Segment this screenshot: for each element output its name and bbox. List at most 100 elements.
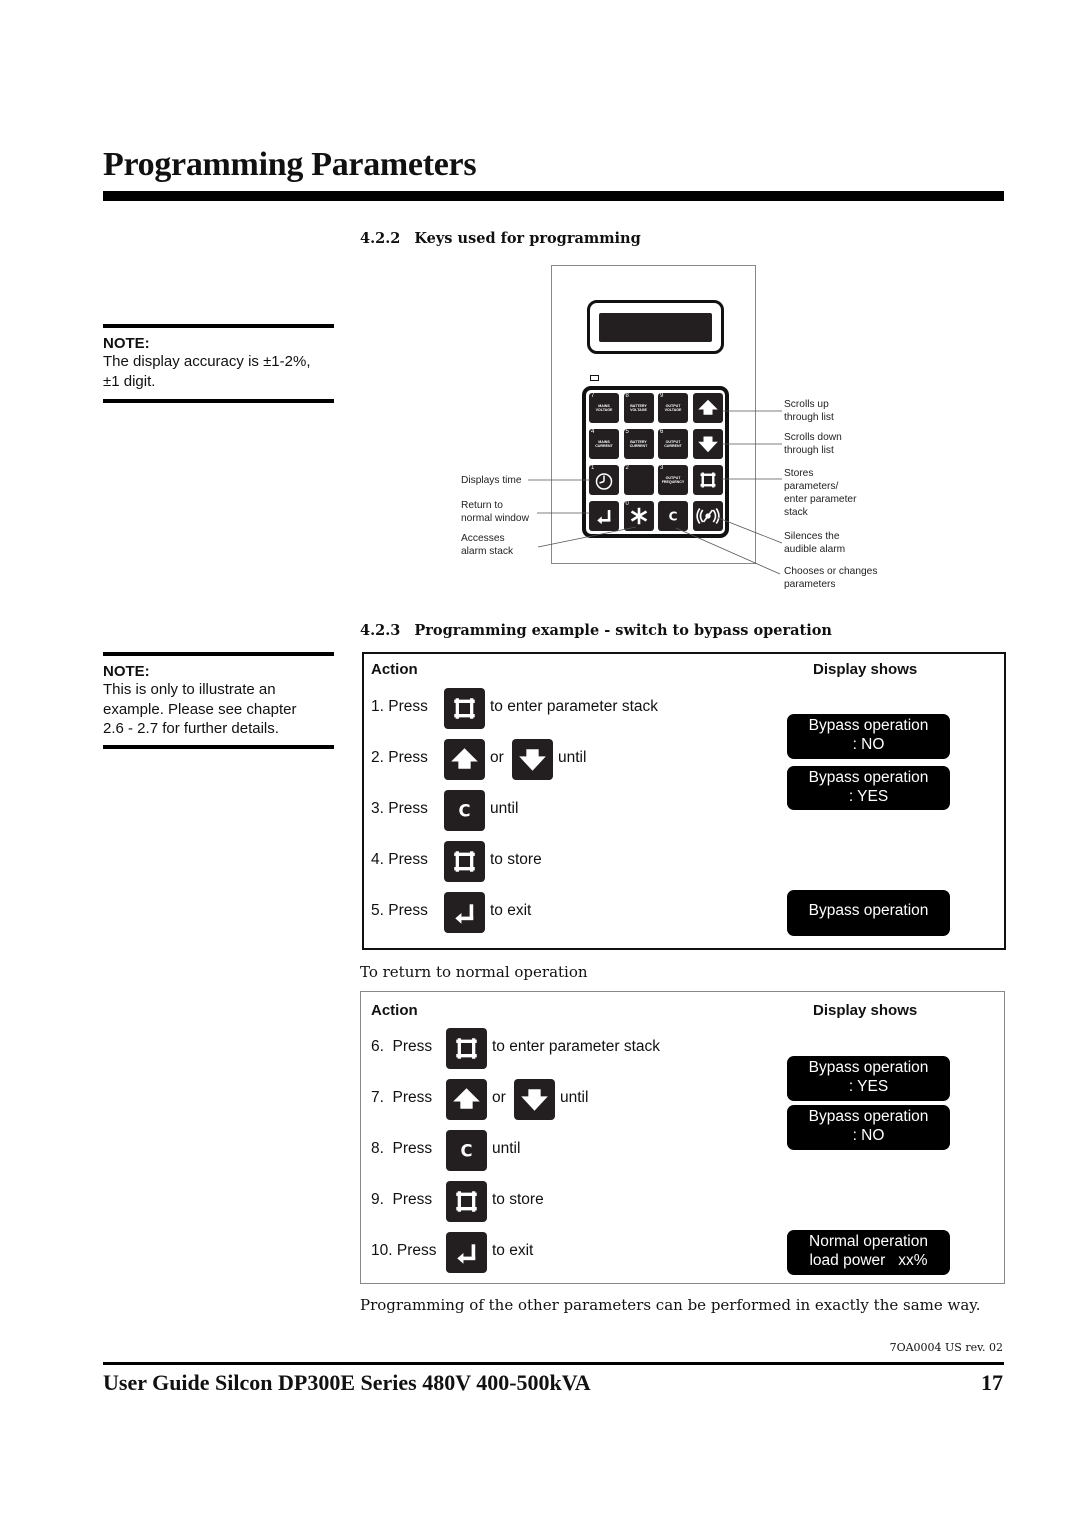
display-readout: Bypass operation : YES: [787, 766, 950, 810]
key-label: MAINS CURRENT: [595, 440, 613, 448]
note-bottom-rule: [103, 399, 334, 403]
callout-scroll-down: Scrolls down through list: [784, 431, 842, 457]
closing-paragraph: Programming of the other parameters can …: [360, 1296, 981, 1314]
keypad-key-clock[interactable]: 1: [589, 465, 619, 495]
callout-silence-alarm: Silences the audible alarm: [784, 530, 845, 556]
callout-return-normal: Return to normal window: [461, 499, 529, 525]
key-label: OUTPUT FREQUENCY: [661, 476, 685, 484]
keypad-key-digit-3[interactable]: 3 OUTPUT FREQUENCY: [658, 465, 688, 495]
key-digit: 2: [625, 465, 629, 471]
display-line: : YES: [848, 1078, 889, 1095]
callout-scroll-up: Scrolls up through list: [784, 398, 834, 424]
page-title: Programming Parameters: [103, 146, 477, 183]
key-store-frame: [446, 1181, 487, 1222]
key-digit: 6: [660, 429, 664, 435]
keypad-key-digit-6[interactable]: 6 OUTPUT CURRENT: [658, 429, 688, 459]
callout-line: Return to: [461, 500, 503, 511]
callout-line: through list: [784, 412, 834, 423]
key-return-arrow: [444, 892, 485, 933]
note-text-line: The display accuracy is ±1-2%,: [103, 353, 311, 370]
step-description: to store: [490, 851, 542, 868]
step-connector: or: [490, 749, 504, 766]
section-title: Programming example - switch to bypass o…: [414, 622, 832, 639]
key-label: OUTPUT VOLTAGE: [664, 404, 682, 412]
document-code: 7OA0004 US rev. 02: [889, 1341, 1003, 1354]
step-description: until: [560, 1089, 589, 1106]
callout-line: Displays time: [461, 475, 522, 486]
key-arrow-down: [514, 1079, 555, 1120]
callout-line: Accesses: [461, 533, 505, 544]
page-number: 17: [981, 1370, 1003, 1395]
callout-stores-parameters: Stores parameters/ enter parameter stack: [784, 467, 856, 519]
step-connector: or: [492, 1089, 506, 1106]
display-line: : YES: [848, 788, 889, 805]
display-readout: Bypass operation : NO: [787, 1105, 950, 1150]
step-label: 9. Press: [371, 1191, 433, 1208]
status-led: [590, 375, 599, 381]
header-action: Action: [371, 1002, 418, 1019]
step-description: to store: [492, 1191, 544, 1208]
key-store-frame: [444, 688, 485, 729]
keypad-key-arrow-down[interactable]: [692, 429, 723, 459]
key-digit: 8: [625, 393, 629, 399]
step-label: 10. Press: [371, 1242, 437, 1259]
keypad-key-digit-8[interactable]: 8 BATTERY VOLTAGE: [623, 393, 654, 423]
step-description: until: [558, 749, 587, 766]
footer-title: User Guide Silcon DP300E Series 480V 400…: [103, 1370, 591, 1395]
key-arrow-up: [444, 739, 485, 780]
keypad-key-store-frame[interactable]: [692, 465, 723, 495]
section-number: 4.2.3: [360, 622, 401, 639]
step-label: 5. Press: [371, 902, 428, 919]
step-description: to exit: [492, 1242, 534, 1259]
callout-displays-time: Displays time: [461, 474, 522, 487]
callout-alarm-stack: Accesses alarm stack: [461, 532, 513, 558]
key-digit: 4: [591, 429, 595, 435]
footer-rule: [103, 1362, 1004, 1365]
step-label: 3. Press: [371, 800, 428, 817]
header-display-shows: Display shows: [813, 661, 918, 678]
key-arrow-down: [512, 739, 553, 780]
step-description: to enter parameter stack: [490, 698, 658, 715]
keypad-key-c-key[interactable]: C: [658, 501, 688, 531]
keypad-key-digit-5[interactable]: 5 BATTERY CURRENT: [623, 429, 654, 459]
keypad-key-alarm-silence[interactable]: [692, 501, 723, 531]
keypad-key-digit-4[interactable]: 4 MAINS CURRENT: [589, 429, 619, 459]
svg-text:C: C: [669, 510, 678, 524]
display-line: : NO: [852, 736, 885, 753]
callout-line: Stores: [784, 468, 814, 479]
key-arrow-up: [446, 1079, 487, 1120]
note-top-rule: [103, 652, 334, 656]
keypad-key-arrow-up[interactable]: [692, 393, 723, 423]
callout-line: alarm stack: [461, 546, 514, 557]
callout-line: through list: [784, 445, 834, 456]
key-store-frame: [446, 1028, 487, 1069]
key-label: BATTERY CURRENT: [629, 440, 648, 448]
return-instruction: To return to normal operation: [360, 963, 588, 981]
callout-line: parameters: [784, 579, 836, 590]
step-description: to enter parameter stack: [492, 1038, 660, 1055]
keypad-key-return-arrow[interactable]: [589, 501, 619, 531]
note-text-line: 2.6 - 2.7 for further details.: [103, 720, 279, 737]
callout-line: enter parameter: [784, 494, 857, 505]
callout-line: Chooses or changes: [784, 566, 878, 577]
display-line: Bypass operation: [808, 717, 929, 734]
header-action: Action: [371, 661, 418, 678]
callout-line: Silences the: [784, 531, 840, 542]
svg-text:C: C: [458, 802, 470, 821]
key-return-arrow: [446, 1232, 487, 1273]
display-line: Bypass operation: [808, 769, 929, 786]
key-label: OUTPUT CURRENT: [664, 440, 682, 448]
note-text-line: This is only to illustrate an: [103, 681, 276, 698]
key-store-frame: [444, 841, 485, 882]
keypad-key-asterisk[interactable]: 0: [623, 501, 654, 531]
keypad-key-digit-7[interactable]: 7 MAINS VOLTAGE: [589, 393, 619, 423]
key-digit: 5: [625, 429, 629, 435]
callout-line: audible alarm: [784, 544, 846, 555]
note-bottom-rule: [103, 744, 334, 749]
note-text-line: example. Please see chapter: [103, 700, 297, 718]
keypad-key-digit-2[interactable]: 2: [623, 465, 654, 495]
keypad-key-digit-9[interactable]: 9 OUTPUT VOLTAGE: [658, 393, 688, 423]
display-line: Bypass operation: [808, 1108, 929, 1125]
step-label: 6. Press: [371, 1038, 433, 1055]
display-line: : NO: [852, 1127, 885, 1144]
